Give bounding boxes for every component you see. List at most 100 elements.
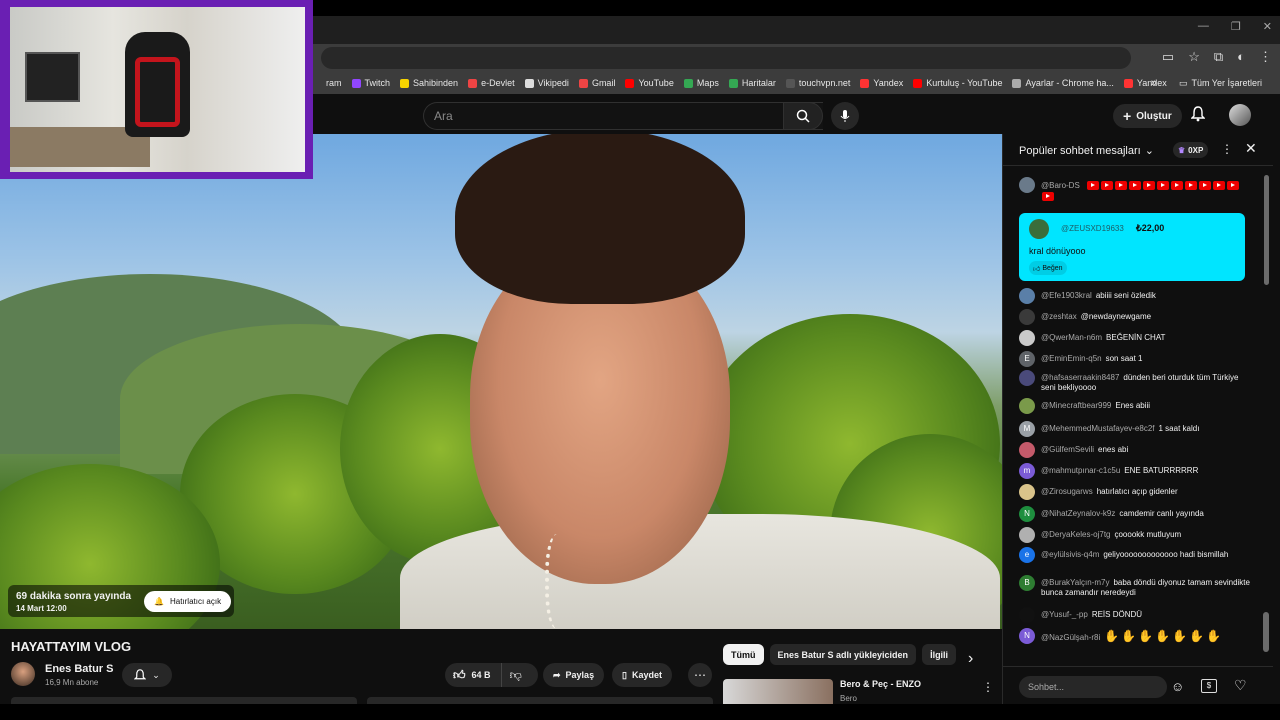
chat-author[interactable]: @EminEmin-q5n — [1041, 354, 1102, 363]
chevron-right-icon[interactable]: › — [968, 650, 973, 668]
bookmark-favicon-icon — [860, 78, 870, 88]
search-input[interactable]: Ara — [423, 102, 823, 130]
more-actions-button[interactable]: ⋯ — [688, 663, 712, 687]
chat-message: @DeryaKeles-oj7tg çooookk mutluyum — [1019, 527, 1251, 543]
chat-avatar — [1019, 309, 1035, 325]
search-button[interactable] — [783, 102, 823, 130]
bookmark-item[interactable]: Yandex — [860, 78, 903, 88]
chat-avatar — [1019, 177, 1035, 193]
chat-author[interactable]: @MehemmedMustafayev-e8c2f — [1041, 424, 1155, 433]
bookmark-item[interactable]: Kurtuluş - YouTube — [913, 78, 1002, 88]
create-button[interactable]: + Oluştur — [1113, 104, 1182, 128]
recommendation-menu-icon[interactable]: ⋮ — [982, 680, 994, 694]
close-chat-icon[interactable]: ✕ — [1245, 140, 1257, 157]
chat-scrollbar[interactable] — [1264, 175, 1269, 285]
bookmark-favicon-icon — [1012, 78, 1022, 88]
chat-text: camdemir canlı yayında — [1119, 509, 1204, 518]
dislike-button[interactable]: 👎︎ — [502, 663, 530, 687]
chat-input[interactable]: Sohbet... — [1019, 676, 1167, 698]
bookmark-icon: ▯ — [622, 669, 627, 680]
super-chat-like-button[interactable]: 👍︎ Beğen — [1029, 261, 1067, 275]
chat-message: e @eylülsivis-q4m geliyooooooooooooo hadi … — [1019, 547, 1251, 563]
microphone-icon — [840, 110, 850, 122]
reminder-button[interactable]: 🔔 Hatırlatıcı açık — [144, 591, 232, 612]
chat-text: abiiii seni özledik — [1095, 291, 1156, 300]
notifications-button[interactable] — [1190, 106, 1206, 127]
chat-avatar: N — [1019, 628, 1035, 644]
channel-name[interactable]: Enes Batur S — [45, 663, 113, 675]
chat-author[interactable]: @QwerMan-n6m — [1041, 333, 1102, 342]
bookmark-item[interactable]: Sahibinden — [400, 78, 458, 88]
bookmark-item[interactable]: e-Devlet — [468, 78, 515, 88]
bookmark-item[interactable]: Ayarlar - Chrome ha... — [1012, 78, 1114, 88]
crown-icon: ♛ — [1178, 145, 1186, 155]
cast-icon[interactable]: ▭ — [1162, 49, 1174, 65]
extensions-icon[interactable]: ⧉ — [1214, 49, 1223, 65]
address-bar: ▭ ☆ ⧉ ◐ ⋮ — [313, 44, 1280, 72]
recommendation-title[interactable]: Bero & Peç - ENZO — [840, 679, 921, 689]
subscriber-count: 16,9 Mn abone — [45, 678, 99, 687]
chat-author[interactable]: @DeryaKeles-oj7tg — [1041, 530, 1110, 539]
minimize-button[interactable]: — — [1198, 20, 1209, 33]
bookmark-item[interactable]: Gmail — [578, 78, 615, 88]
premiere-countdown: 69 dakika sonra yayında — [16, 591, 132, 602]
bookmark-item[interactable]: Maps — [683, 78, 719, 88]
restore-button[interactable]: ❐ — [1231, 20, 1241, 33]
bookmark-item[interactable]: Haritalar — [728, 78, 776, 88]
save-button[interactable]: ▯ Kaydet — [612, 663, 672, 687]
emoji-icon[interactable]: ☺ — [1171, 679, 1184, 694]
close-window-button[interactable]: ✕ — [1263, 20, 1272, 33]
bookmark-favicon-icon — [683, 78, 693, 88]
voice-search-button[interactable] — [831, 102, 859, 130]
chat-author[interactable]: @eylülsivis-q4m — [1041, 550, 1099, 559]
super-chat-amount: ₺22,00 — [1136, 223, 1165, 233]
chip-all[interactable]: Tümü — [723, 644, 764, 665]
chat-author[interactable]: @BurakYalçın-m7y — [1041, 578, 1109, 587]
star-icon[interactable]: ☆ — [1188, 49, 1200, 65]
like-button[interactable]: 👍︎ 64 B — [445, 663, 502, 687]
chat-message: @Efe1903kral abiiii seni özledik — [1019, 288, 1251, 304]
profile-icon[interactable]: ◐ — [1237, 49, 1245, 65]
chat-mode-dropdown[interactable]: Popüler sohbet mesajları ⌄ — [1019, 144, 1154, 158]
channel-points-badge[interactable]: ♛ 0XP — [1173, 142, 1209, 158]
share-button[interactable]: ➦ Paylaş — [543, 663, 605, 687]
bookmark-item[interactable]: Vikipedi — [524, 78, 569, 88]
chip-related[interactable]: İlgili — [922, 644, 957, 665]
chat-author[interactable]: @Yusuf-_-pp — [1041, 610, 1088, 619]
subscription-bell-button[interactable]: ⌄ — [122, 663, 172, 687]
chat-menu-icon[interactable]: ⋮ — [1221, 142, 1233, 156]
super-chat-author[interactable]: @ZEUSXD19633 — [1061, 224, 1124, 233]
chat-message: @hafsaserraakin8487 dünden beri oturduk t… — [1019, 370, 1251, 393]
chat-message: M @MehemmedMustafayev-e8c2f 1 saat kaldı — [1019, 421, 1251, 437]
bookmark-favicon-icon — [785, 78, 795, 88]
chip-uploader[interactable]: Enes Batur S adlı yükleyiciden — [769, 644, 917, 665]
chat-scrollbar-lower[interactable] — [1263, 612, 1269, 652]
bookmark-item[interactable]: Twitch — [351, 78, 390, 88]
url-field[interactable] — [321, 47, 1131, 69]
bookmarks-more-button[interactable]: » — [1151, 77, 1157, 89]
chat-author[interactable]: @Baro-DS — [1041, 181, 1080, 190]
chat-author[interactable]: @hafsaserraakin8487 — [1041, 373, 1119, 382]
chat-header: Popüler sohbet mesajları ⌄ ♛ 0XP ⋮ ✕ — [1003, 134, 1273, 166]
chat-author[interactable]: @Zirosugarws — [1041, 487, 1093, 496]
chat-author[interactable]: @GülfemSevili — [1041, 445, 1094, 454]
chat-message: @Zirosugarws hatırlatıcı açıp gidenler — [1019, 484, 1251, 500]
channel-avatar[interactable] — [11, 662, 35, 686]
heart-icon[interactable]: ♡ — [1234, 677, 1247, 694]
chat-author[interactable]: @NihatZeynalov-k9z — [1041, 509, 1115, 518]
bookmark-item[interactable]: ram — [313, 78, 342, 88]
menu-icon[interactable]: ⋮ — [1259, 49, 1272, 65]
chat-author[interactable]: @mahmutpınar-c1c5u — [1041, 466, 1120, 475]
video-player[interactable] — [0, 134, 1002, 629]
super-chat-message: @ZEUSXD19633 ₺22,00 kral dönüyooo 👍︎ Beğe… — [1019, 213, 1245, 281]
all-bookmarks-button[interactable]: ▭ Tüm Yer İşaretleri — [1179, 78, 1262, 89]
chat-author[interactable]: @NazGülşah-r8i — [1041, 633, 1100, 642]
super-chat-icon[interactable]: $ — [1201, 679, 1217, 693]
bookmark-item[interactable]: touchvpn.net — [785, 78, 850, 88]
bookmark-item[interactable]: YouTube — [625, 78, 674, 88]
chat-author[interactable]: @Efe1903kral — [1041, 291, 1092, 300]
chat-author[interactable]: @Minecraftbear999 — [1041, 401, 1111, 410]
chat-author[interactable]: @zeshtax — [1041, 312, 1077, 321]
account-avatar[interactable] — [1229, 104, 1251, 126]
recommendation-channel[interactable]: Bero — [840, 694, 857, 703]
